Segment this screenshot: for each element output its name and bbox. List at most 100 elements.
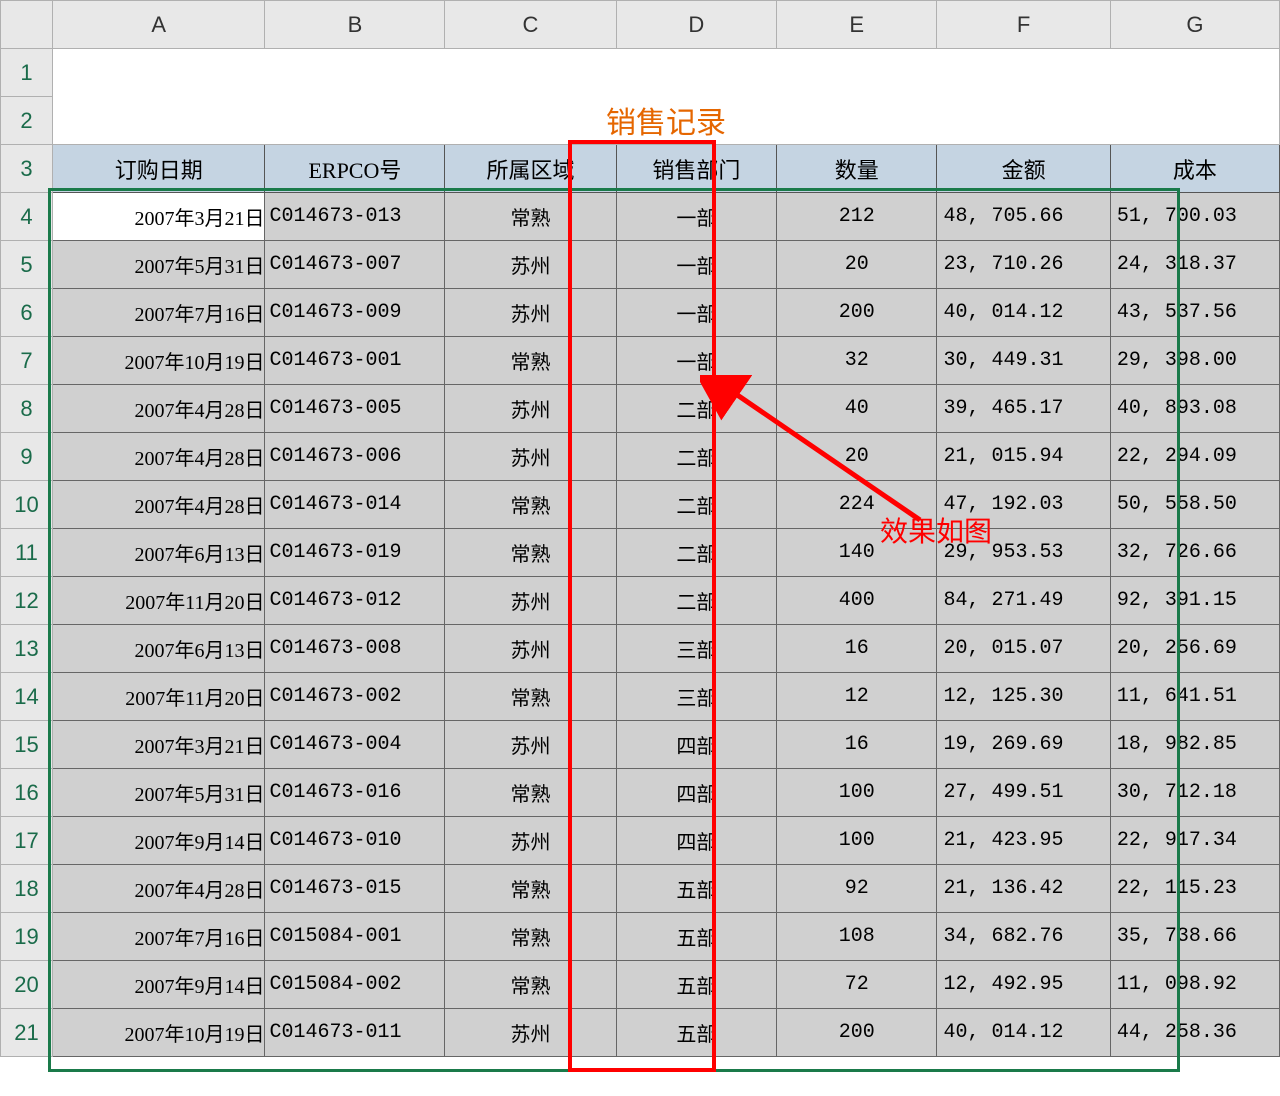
cell[interactable]: 一部 — [616, 193, 776, 241]
cell[interactable]: 一部 — [616, 241, 776, 289]
row-number[interactable]: 11 — [1, 529, 53, 577]
cell[interactable]: 三部 — [616, 625, 776, 673]
cell[interactable]: 20, 256.69 — [1110, 625, 1279, 673]
cell[interactable]: 12, 492.95 — [937, 961, 1110, 1009]
cell[interactable]: 2007年4月28日 — [53, 865, 265, 913]
row-number[interactable]: 16 — [1, 769, 53, 817]
column-letter[interactable]: C — [445, 1, 616, 49]
cell[interactable]: 2007年6月13日 — [53, 529, 265, 577]
cell[interactable]: 常熟 — [445, 337, 616, 385]
cell[interactable]: 2007年11月20日 — [53, 577, 265, 625]
cell[interactable]: 常熟 — [445, 769, 616, 817]
cell[interactable]: 五部 — [616, 913, 776, 961]
cell[interactable]: C014673-006 — [265, 433, 445, 481]
cell[interactable]: C014673-009 — [265, 289, 445, 337]
cell[interactable]: 常熟 — [445, 529, 616, 577]
cell[interactable]: 2007年3月21日 — [53, 721, 265, 769]
cell[interactable]: 2007年4月28日 — [53, 481, 265, 529]
cell[interactable]: 20 — [777, 433, 937, 481]
cell[interactable]: C014673-013 — [265, 193, 445, 241]
column-letter[interactable]: G — [1110, 1, 1279, 49]
row-number[interactable]: 1 — [1, 49, 53, 97]
cell[interactable]: 200 — [777, 1009, 937, 1057]
cell[interactable]: 35, 738.66 — [1110, 913, 1279, 961]
cell[interactable]: 100 — [777, 817, 937, 865]
cell[interactable]: 常熟 — [445, 961, 616, 1009]
cell[interactable]: 108 — [777, 913, 937, 961]
cell[interactable]: C014673-005 — [265, 385, 445, 433]
cell[interactable]: 2007年7月16日 — [53, 913, 265, 961]
cell[interactable]: C014673-014 — [265, 481, 445, 529]
cell[interactable]: 四部 — [616, 721, 776, 769]
cell[interactable]: 11, 641.51 — [1110, 673, 1279, 721]
row-number[interactable]: 13 — [1, 625, 53, 673]
column-letter[interactable]: E — [777, 1, 937, 49]
cell[interactable]: 84, 271.49 — [937, 577, 1110, 625]
spreadsheet-grid[interactable]: ABCDEFG 1 2 销售记录 3 订购日期ERPCO号所属区域销售部门数量金… — [0, 0, 1280, 1057]
cell[interactable]: 20, 015.07 — [937, 625, 1110, 673]
row-number[interactable]: 4 — [1, 193, 53, 241]
cell[interactable]: 五部 — [616, 1009, 776, 1057]
cell[interactable]: 二部 — [616, 433, 776, 481]
cell[interactable]: 2007年9月14日 — [53, 817, 265, 865]
cell[interactable]: 50, 558.50 — [1110, 481, 1279, 529]
row-number[interactable]: 6 — [1, 289, 53, 337]
cell[interactable]: 一部 — [616, 337, 776, 385]
cell[interactable] — [53, 49, 1280, 97]
cell[interactable]: 二部 — [616, 577, 776, 625]
column-letter[interactable]: F — [937, 1, 1110, 49]
cell[interactable]: 苏州 — [445, 241, 616, 289]
cell[interactable]: 2007年3月21日 — [53, 193, 265, 241]
cell[interactable]: 24, 318.37 — [1110, 241, 1279, 289]
cell[interactable]: C014673-012 — [265, 577, 445, 625]
cell[interactable]: 100 — [777, 769, 937, 817]
row-number[interactable]: 14 — [1, 673, 53, 721]
table-header[interactable]: 数量 — [777, 145, 937, 193]
cell[interactable]: 44, 258.36 — [1110, 1009, 1279, 1057]
cell[interactable]: 苏州 — [445, 577, 616, 625]
row-number[interactable]: 3 — [1, 145, 53, 193]
cell[interactable]: 2007年4月28日 — [53, 385, 265, 433]
cell[interactable]: 四部 — [616, 817, 776, 865]
table-header[interactable]: 所属区域 — [445, 145, 616, 193]
row-number[interactable]: 18 — [1, 865, 53, 913]
cell[interactable]: 23, 710.26 — [937, 241, 1110, 289]
cell[interactable]: 48, 705.66 — [937, 193, 1110, 241]
cell[interactable]: 二部 — [616, 385, 776, 433]
table-header[interactable]: ERPCO号 — [265, 145, 445, 193]
cell[interactable]: 19, 269.69 — [937, 721, 1110, 769]
row-number[interactable]: 7 — [1, 337, 53, 385]
cell[interactable]: 2007年5月31日 — [53, 241, 265, 289]
cell[interactable]: 224 — [777, 481, 937, 529]
cell[interactable]: 2007年10月19日 — [53, 337, 265, 385]
cell[interactable]: 32 — [777, 337, 937, 385]
row-number[interactable]: 15 — [1, 721, 53, 769]
cell[interactable]: 苏州 — [445, 433, 616, 481]
table-header[interactable]: 成本 — [1110, 145, 1279, 193]
cell[interactable]: 29, 398.00 — [1110, 337, 1279, 385]
row-number[interactable]: 8 — [1, 385, 53, 433]
row-number[interactable]: 2 — [1, 97, 53, 145]
cell[interactable]: 常熟 — [445, 865, 616, 913]
cell[interactable]: 18, 982.85 — [1110, 721, 1279, 769]
cell[interactable]: 92, 391.15 — [1110, 577, 1279, 625]
table-header[interactable]: 金额 — [937, 145, 1110, 193]
cell[interactable]: 40 — [777, 385, 937, 433]
cell[interactable]: 2007年10月19日 — [53, 1009, 265, 1057]
cell[interactable]: 常熟 — [445, 913, 616, 961]
table-header[interactable]: 销售部门 — [616, 145, 776, 193]
cell[interactable]: C014673-010 — [265, 817, 445, 865]
cell[interactable]: 三部 — [616, 673, 776, 721]
row-number[interactable]: 19 — [1, 913, 53, 961]
row-number[interactable]: 9 — [1, 433, 53, 481]
table-header[interactable]: 订购日期 — [53, 145, 265, 193]
cell[interactable]: 苏州 — [445, 625, 616, 673]
cell[interactable]: 72 — [777, 961, 937, 1009]
row-number[interactable]: 5 — [1, 241, 53, 289]
cell[interactable]: 苏州 — [445, 721, 616, 769]
cell[interactable]: 一部 — [616, 289, 776, 337]
cell[interactable]: 2007年6月13日 — [53, 625, 265, 673]
cell[interactable]: 11, 098.92 — [1110, 961, 1279, 1009]
cell[interactable]: C015084-001 — [265, 913, 445, 961]
cell[interactable]: C014673-016 — [265, 769, 445, 817]
